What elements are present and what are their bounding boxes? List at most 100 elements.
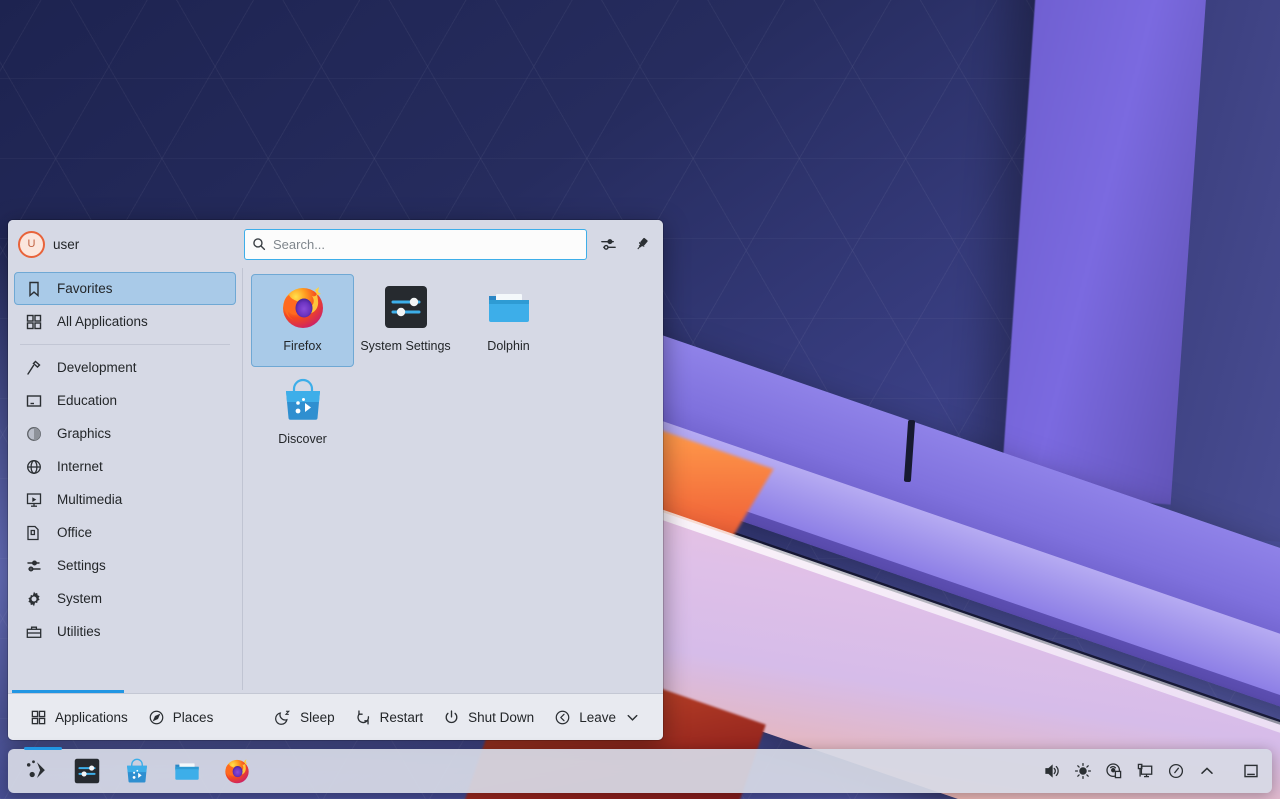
taskbar-launcher-button[interactable] [12, 751, 62, 791]
taskbar-dolphin[interactable] [162, 751, 212, 791]
tray-expand-button[interactable] [1192, 754, 1222, 788]
user-name-label: user [53, 237, 79, 252]
app-tile-firefox[interactable]: Firefox [251, 274, 354, 367]
restart-button[interactable]: Restart [345, 702, 434, 732]
restart-icon [355, 709, 372, 726]
blackboard-icon [25, 392, 43, 410]
tray-media-player[interactable] [1099, 754, 1129, 788]
leave-icon [554, 709, 571, 726]
sidebar-item-utilities[interactable]: Utilities [14, 615, 236, 648]
search-field[interactable] [244, 229, 587, 260]
taskbar-firefox[interactable] [212, 751, 262, 791]
sun-icon [1074, 762, 1092, 780]
globe-icon [25, 458, 43, 476]
taskbar-system-settings[interactable] [62, 751, 112, 791]
tray-display-config[interactable] [1130, 754, 1160, 788]
shutdown-button[interactable]: Shut Down [433, 702, 544, 732]
launcher-header: U user [8, 220, 663, 268]
shutdown-label: Shut Down [468, 710, 534, 725]
tab-label: Applications [55, 710, 128, 725]
monitor-icon [1136, 762, 1154, 780]
launcher-footer: Applications Places Sleep [8, 693, 663, 740]
pin-button[interactable] [629, 231, 655, 257]
sidebar-item-favorites[interactable]: Favorites [14, 272, 236, 305]
tray-volume[interactable] [1037, 754, 1067, 788]
avatar[interactable]: U [18, 231, 45, 258]
tab-applications[interactable]: Applications [20, 702, 138, 732]
system-tray[interactable] [1037, 754, 1224, 788]
disc-icon [1105, 762, 1123, 780]
sidebar-item-multimedia[interactable]: Multimedia [14, 483, 236, 516]
sidebar-item-development[interactable]: Development [14, 351, 236, 384]
desktop[interactable]: U user [0, 0, 1280, 799]
chevron-down-icon [624, 709, 641, 726]
sliders-icon [25, 557, 43, 575]
tab-places[interactable]: Places [138, 702, 224, 732]
sleep-button[interactable]: Sleep [265, 702, 345, 732]
system-settings-icon [382, 283, 430, 331]
tray-status-notifier[interactable] [1161, 754, 1191, 788]
firefox-icon [223, 757, 251, 785]
launcher-body: Favorites All Applications Development [8, 268, 663, 690]
sidebar-item-all-applications[interactable]: All Applications [14, 305, 236, 338]
tab-label: Places [173, 710, 214, 725]
sidebar-item-label: Multimedia [57, 492, 122, 507]
sidebar-item-label: Internet [57, 459, 103, 474]
sidebar-item-internet[interactable]: Internet [14, 450, 236, 483]
show-desktop-button[interactable] [1234, 754, 1268, 788]
system-settings-icon [73, 757, 101, 785]
hammer-icon [25, 359, 43, 377]
app-label: System Settings [360, 338, 450, 356]
taskbar-discover[interactable] [112, 751, 162, 791]
configure-button[interactable] [595, 231, 621, 257]
chevron-up-icon [1198, 762, 1216, 780]
pin-icon [634, 236, 650, 252]
tray-brightness[interactable] [1068, 754, 1098, 788]
sidebar-item-settings[interactable]: Settings [14, 549, 236, 582]
sidebar-item-label: Graphics [57, 426, 111, 441]
taskbar-panel[interactable] [8, 749, 1272, 793]
leave-label: Leave [579, 710, 616, 725]
tab-indicator-applications [12, 690, 124, 693]
app-grid-pane[interactable]: Firefox System Settings [243, 268, 663, 690]
sidebar-item-label: Education [57, 393, 117, 408]
sidebar-item-label: Settings [57, 558, 106, 573]
sidebar-item-office[interactable]: Office [14, 516, 236, 549]
discover-bag-icon [279, 376, 327, 424]
sleep-label: Sleep [300, 710, 335, 725]
power-icon [443, 709, 460, 726]
search-input[interactable] [244, 229, 587, 260]
sidebar-item-label: System [57, 591, 102, 606]
tab-indicator-strip [8, 690, 663, 693]
sidebar-item-label: Favorites [57, 281, 113, 296]
sidebar-item-label: Development [57, 360, 137, 375]
app-tile-system-settings[interactable]: System Settings [354, 274, 457, 367]
category-sidebar[interactable]: Favorites All Applications Development [8, 268, 243, 690]
leave-button[interactable]: Leave [544, 702, 651, 732]
sidebar-item-label: All Applications [57, 314, 148, 329]
app-tile-discover[interactable]: Discover [251, 367, 354, 460]
office-icon [25, 524, 43, 542]
restart-label: Restart [380, 710, 424, 725]
kde-logo-icon [23, 757, 51, 785]
app-label: Dolphin [487, 338, 529, 356]
app-tile-dolphin[interactable]: Dolphin [457, 274, 560, 367]
grid-icon [25, 313, 43, 331]
bookmark-icon [25, 280, 43, 298]
desktop-square-icon [1242, 762, 1260, 780]
avatar-initial: U [28, 238, 36, 250]
dolphin-folder-icon [485, 283, 533, 331]
discover-bag-icon [123, 757, 151, 785]
application-launcher-menu[interactable]: U user [8, 220, 663, 740]
sidebar-item-label: Utilities [57, 624, 101, 639]
moon-sleep-icon [275, 709, 292, 726]
grid-icon [30, 709, 47, 726]
multimedia-icon [25, 491, 43, 509]
app-label: Discover [278, 431, 327, 449]
sidebar-item-education[interactable]: Education [14, 384, 236, 417]
sidebar-item-system[interactable]: System [14, 582, 236, 615]
sidebar-separator [20, 344, 230, 345]
app-grid-scrollbar[interactable] [655, 268, 663, 690]
dolphin-folder-icon [173, 757, 201, 785]
sidebar-item-graphics[interactable]: Graphics [14, 417, 236, 450]
